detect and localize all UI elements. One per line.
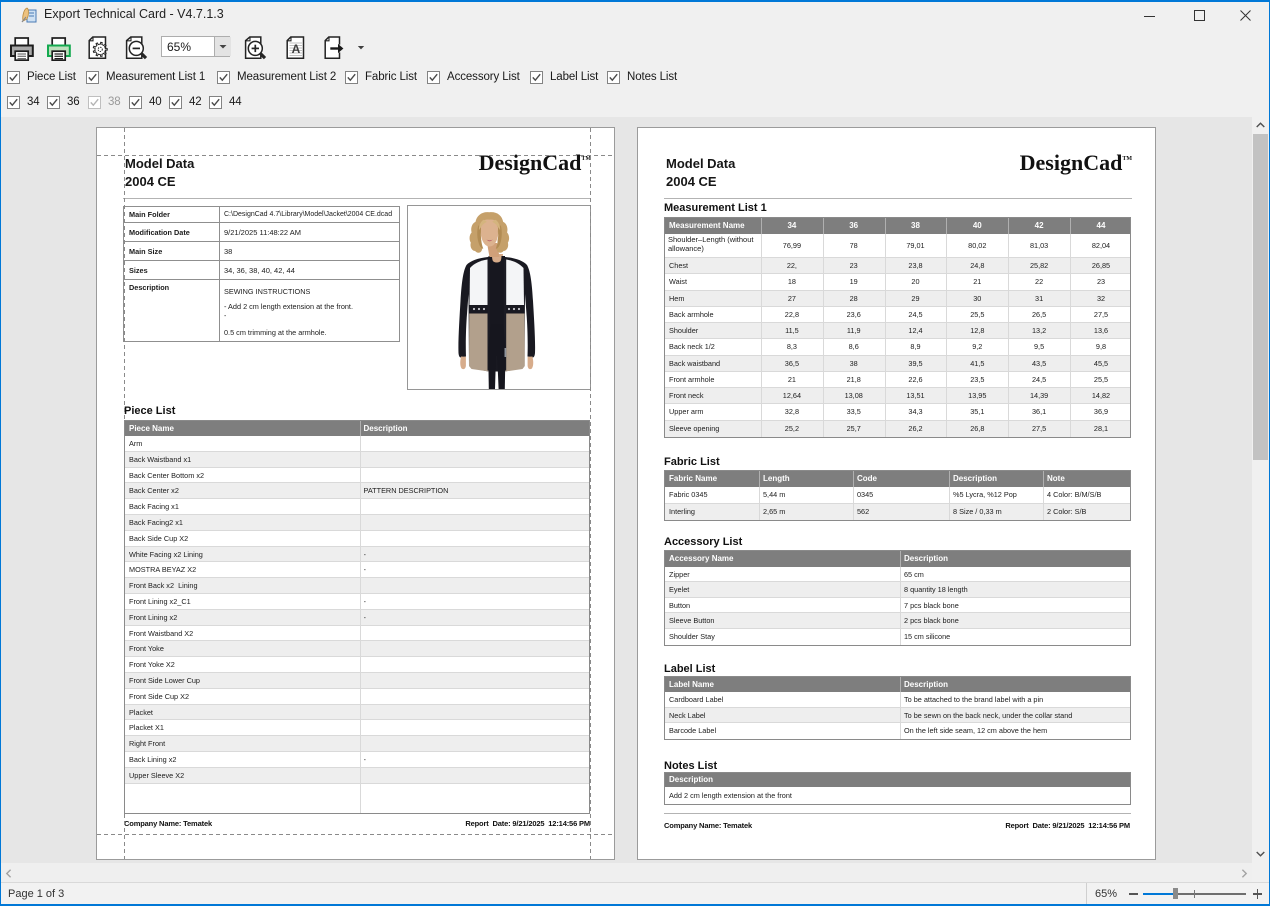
svg-text:A: A (292, 42, 301, 56)
